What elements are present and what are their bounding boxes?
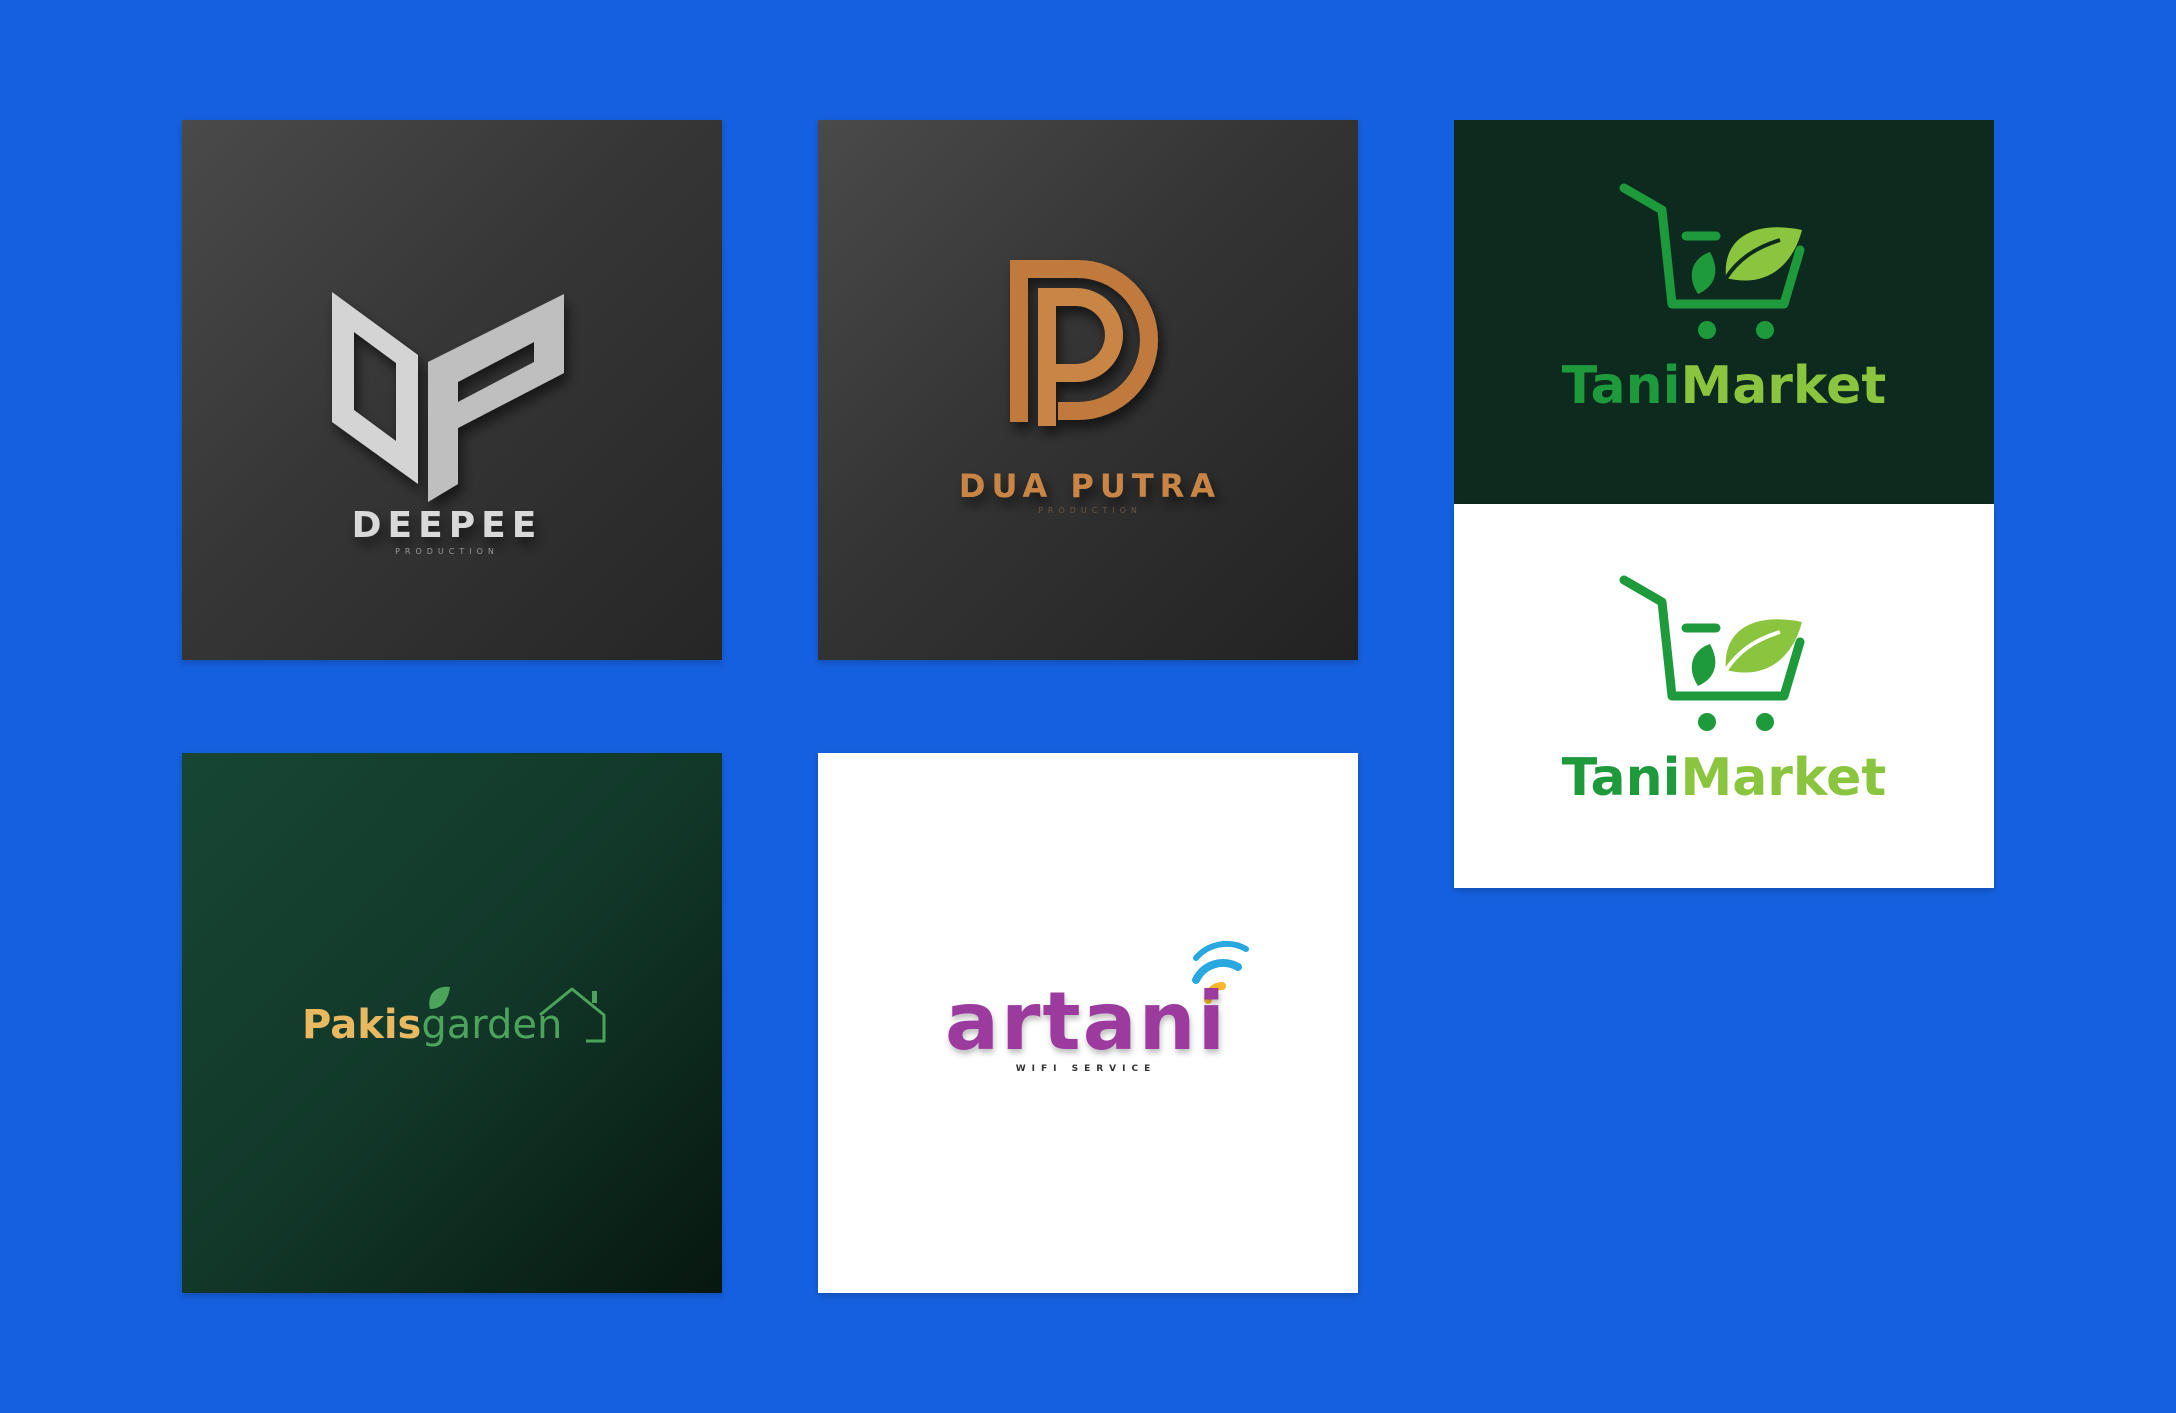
tani-market-name-part1: Tani [1562,356,1681,416]
deepee-logo-card: DEEPEE PRODUCTION [182,120,722,660]
artani-logo: artani WIFI SERVICE [945,940,1249,1074]
pakis-garden-name-part2: garden [421,1002,562,1048]
pakis-garden-logo-card: Pakisgarden [182,753,722,1293]
pp-monogram-icon [1010,260,1158,426]
tani-market-name-part2: Market [1680,356,1886,416]
tani-market-name-part1: Tani [1562,748,1681,808]
shopping-cart-leaf-icon [1619,183,1805,339]
tani-market-dark-card: TaniMarket [1454,120,1994,504]
deepee-name: DEEPEE [352,505,543,546]
dua-putra-name: DUA PUTRA [959,467,1221,505]
artani-tagline: WIFI SERVICE [1016,1064,1157,1074]
tani-market-dark-logo: TaniMarket [1562,183,1887,416]
pakis-garden-logo: Pakisgarden [302,986,606,1048]
svg-text:TaniMarket: TaniMarket [1562,356,1887,416]
dua-putra-tagline: PRODUCTION [1038,506,1142,515]
deepee-logo: DEEPEE PRODUCTION [332,292,564,556]
dp-monogram-icon [332,292,564,502]
pakis-garden-name-part1: Pakis [302,1002,421,1048]
shopping-cart-leaf-icon [1619,575,1805,731]
svg-text:TaniMarket: TaniMarket [1562,748,1887,808]
artani-name: artani [945,975,1227,1068]
tani-market-light-logo: TaniMarket [1562,575,1887,808]
dua-putra-logo: DUA PUTRA PRODUCTION [959,260,1221,515]
tani-market-name-part2: Market [1680,748,1886,808]
artani-logo-card: artani WIFI SERVICE [818,753,1358,1293]
dua-putra-logo-card: DUA PUTRA PRODUCTION [818,120,1358,660]
tani-market-light-card: TaniMarket [1454,504,1994,888]
deepee-tagline: PRODUCTION [395,547,499,556]
